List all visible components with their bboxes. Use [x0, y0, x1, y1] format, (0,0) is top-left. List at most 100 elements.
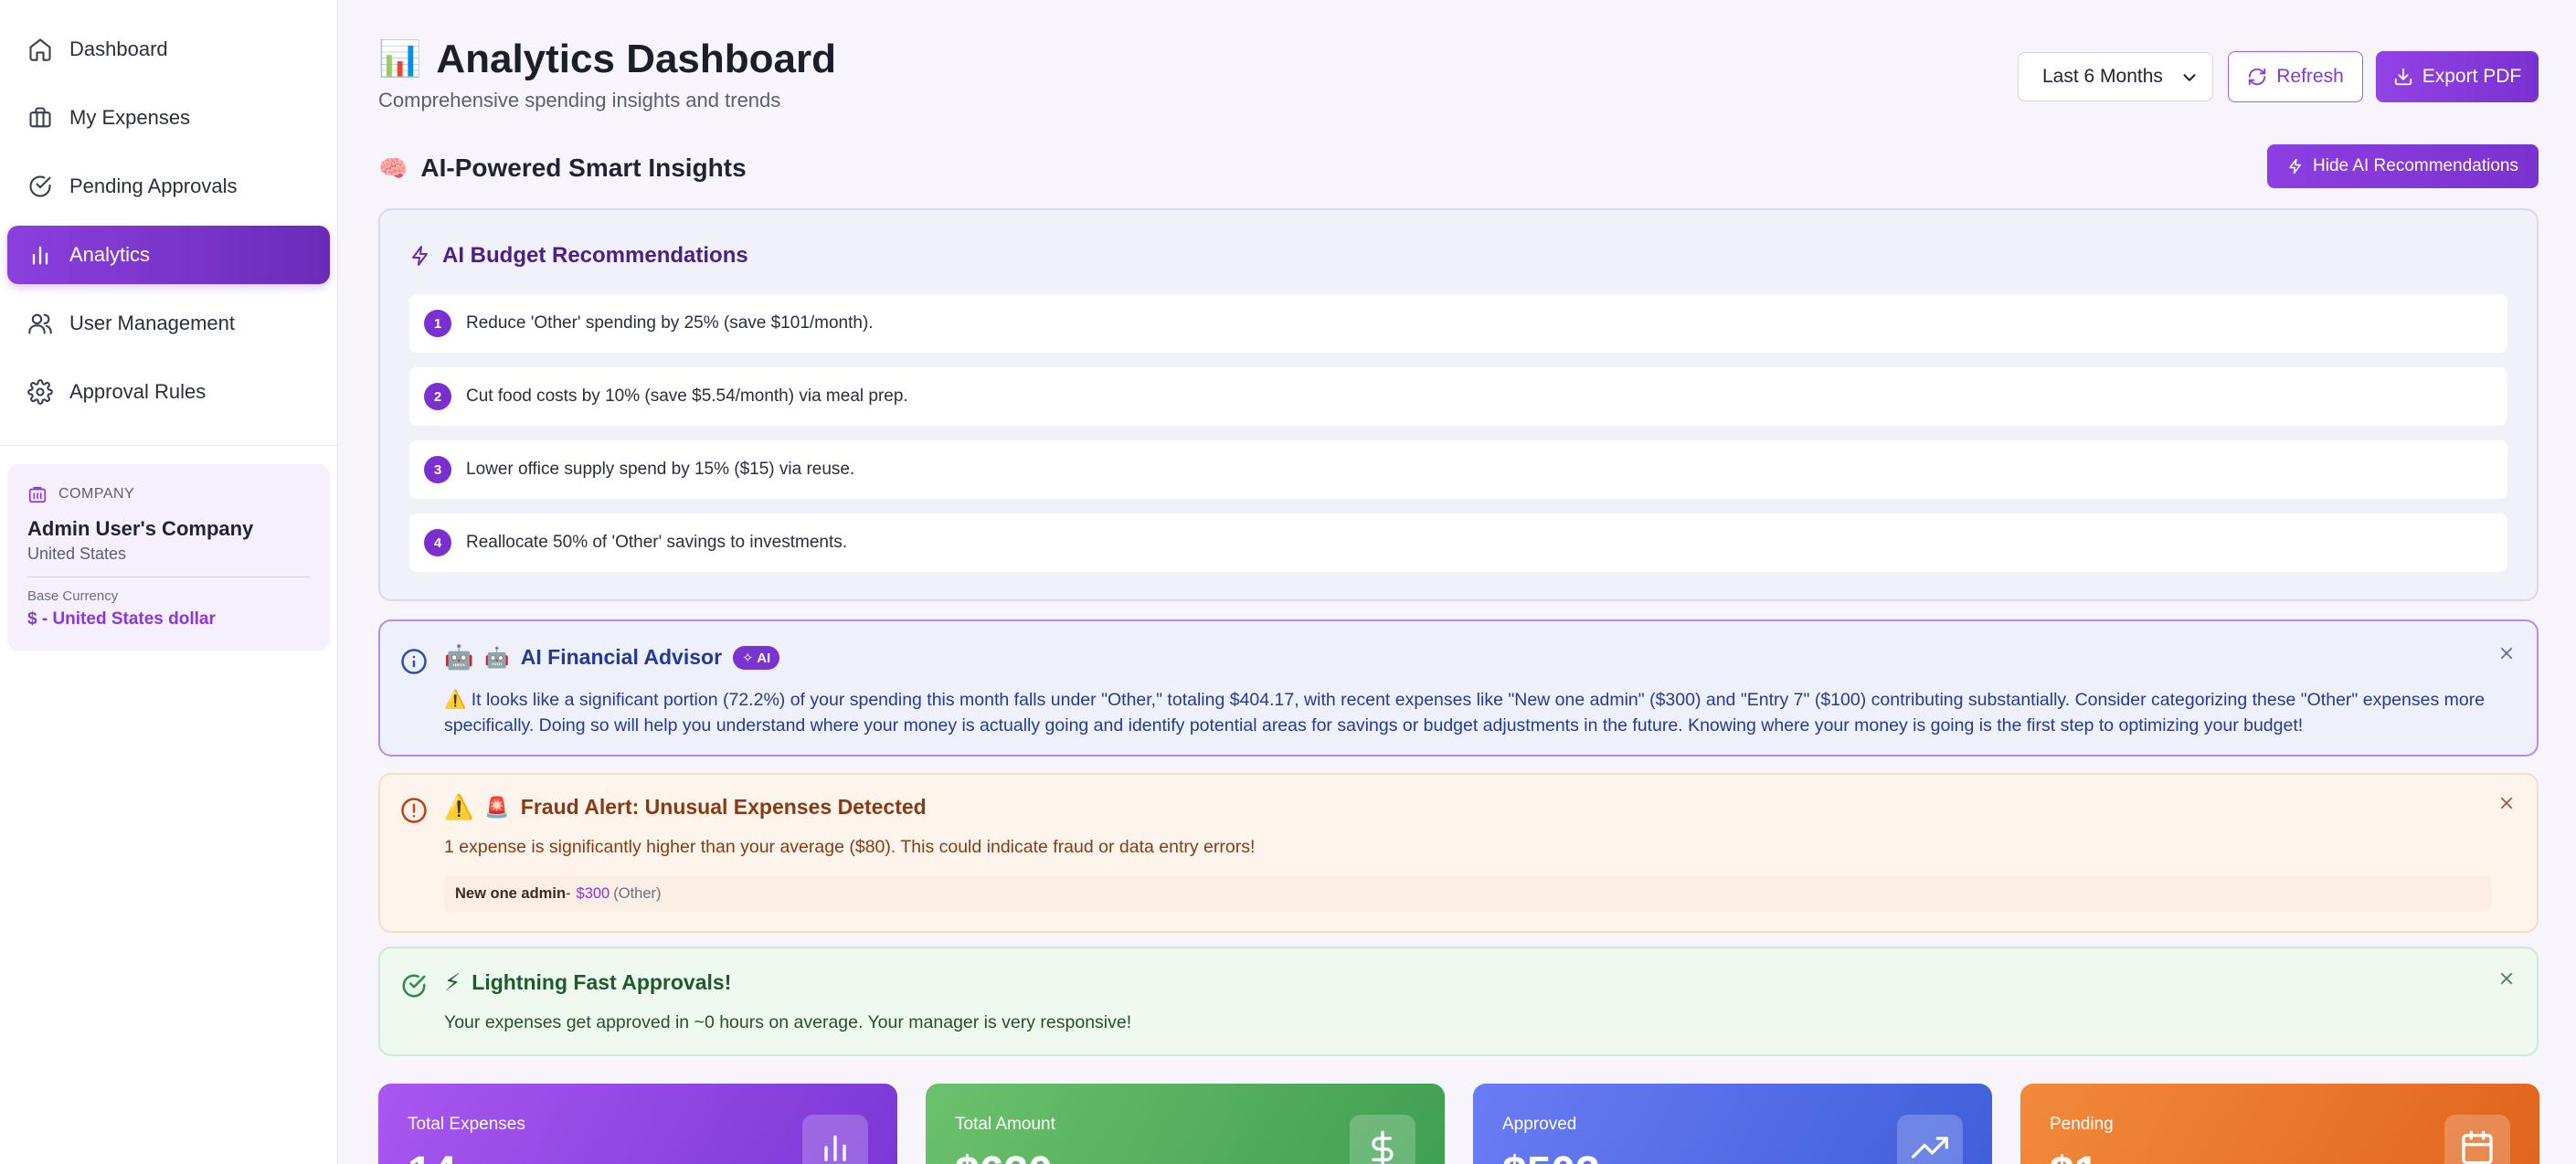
alert-circle-icon: [400, 797, 428, 824]
robot-emoji-icon: 🤖: [444, 643, 474, 671]
wallet-icon: [27, 105, 53, 131]
advisor-title-text: AI Financial Advisor: [520, 645, 723, 669]
lightning-icon: [2287, 158, 2304, 175]
chevron-down-icon: [2179, 68, 2200, 88]
refresh-button[interactable]: Refresh: [2228, 51, 2363, 102]
sidebar-nav: Dashboard My Expenses Pending Approvals …: [0, 0, 337, 421]
page-subtitle: Comprehensive spending insights and tren…: [378, 89, 781, 111]
building-icon: [27, 484, 48, 504]
recommendations-title: AI Budget Recommendations: [409, 243, 748, 269]
stat-card-pending: Pending $1: [2020, 1084, 2539, 1164]
recommendation-item: 4 Reallocate 50% of 'Other' savings to i…: [409, 513, 2507, 572]
sidebar-item-analytics[interactable]: Analytics: [7, 226, 330, 284]
recommendation-item: 2 Cut food costs by 10% (save $5.54/mont…: [409, 367, 2507, 426]
refresh-label: Refresh: [2276, 66, 2344, 87]
export-pdf-label: Export PDF: [2422, 66, 2522, 87]
info-icon: [400, 648, 428, 675]
stat-card-approved: Approved $503: [1473, 1084, 1992, 1164]
stat-value: $503: [1502, 1148, 1600, 1164]
stat-card-total-expenses: Total Expenses 14: [378, 1084, 897, 1164]
ai-badge: ✧ AI: [733, 645, 780, 670]
page-title-text: Analytics Dashboard: [436, 37, 837, 81]
sidebar-item-user-management[interactable]: User Management: [7, 294, 330, 353]
check-circle-icon: [27, 174, 53, 199]
fraud-expense-row[interactable]: New one admin - $300 (Other): [444, 875, 2491, 912]
company-card: COMPANY Admin User's Company United Stat…: [7, 464, 330, 651]
stat-value: 14: [408, 1148, 456, 1164]
bar-chart-icon: [802, 1115, 868, 1164]
currency-label: Base Currency: [27, 588, 119, 604]
stat-value: $1: [2050, 1148, 2098, 1164]
sidebar-item-my-expenses[interactable]: My Expenses: [7, 89, 330, 147]
sidebar-item-label: User Management: [69, 312, 235, 334]
company-country: United States: [27, 545, 127, 563]
fraud-expense-category: (Other): [613, 884, 662, 902]
stat-value: $620: [955, 1148, 1053, 1164]
page-title: 📊 Analytics Dashboard: [378, 37, 836, 82]
close-icon[interactable]: [2498, 970, 2515, 987]
chart-emoji-icon: 📊: [378, 40, 422, 79]
sidebar-item-label: Dashboard: [69, 37, 168, 60]
calendar-icon: [2444, 1115, 2510, 1164]
lightning-icon: [409, 245, 431, 267]
sidebar-item-pending-approvals[interactable]: Pending Approvals: [7, 157, 330, 216]
recommendation-text: Reduce 'Other' spending by 25% (save $10…: [466, 313, 874, 333]
sidebar-divider: [0, 445, 337, 446]
sidebar-item-dashboard[interactable]: Dashboard: [7, 20, 330, 79]
siren-emoji-icon: 🚨: [484, 795, 510, 819]
sidebar-item-label: Approval Rules: [69, 380, 207, 403]
fast-approvals-alert: ⚡ Lightning Fast Approvals! Your expense…: [378, 947, 2539, 1056]
recommendation-text: Reallocate 50% of 'Other' savings to inv…: [466, 533, 848, 552]
fraud-alert: ⚠️ 🚨 Fraud Alert: Unusual Expenses Detec…: [378, 773, 2539, 933]
ai-section-title-text: AI-Powered Smart Insights: [420, 153, 747, 182]
period-select[interactable]: Last 6 Months: [2018, 52, 2213, 101]
recommendation-number: 1: [424, 310, 451, 337]
stat-label: Approved: [1502, 1115, 1577, 1134]
close-icon[interactable]: [2498, 645, 2515, 661]
currency-value: $ - United States dollar: [27, 609, 216, 629]
main-content: 📊 Analytics Dashboard Comprehensive spen…: [338, 0, 2576, 1164]
recommendation-item: 3 Lower office supply spend by 15% ($15)…: [409, 440, 2507, 499]
company-heading: COMPANY: [27, 484, 310, 504]
recommendation-number: 3: [424, 456, 451, 483]
trending-up-icon: [1897, 1115, 1963, 1164]
close-icon[interactable]: [2498, 795, 2515, 811]
recommendation-number: 2: [424, 383, 451, 410]
home-icon: [27, 37, 53, 62]
fraud-message: 1 expense is significantly higher than y…: [444, 837, 1256, 857]
recommendation-text: Cut food costs by 10% (save $5.54/month)…: [466, 386, 908, 406]
hide-ai-label: Hide AI Recommendations: [2313, 156, 2518, 175]
fraud-expense-separator: -: [566, 884, 571, 902]
recommendation-number: 4: [424, 529, 451, 556]
export-pdf-button[interactable]: Export PDF: [2376, 51, 2539, 102]
ai-section-title: 🧠 AI-Powered Smart Insights: [378, 153, 747, 183]
warning-emoji-icon: ⚠️: [444, 793, 474, 820]
fast-approvals-message: Your expenses get approved in ~0 hours o…: [444, 1012, 1132, 1032]
hide-ai-recommendations-button[interactable]: Hide AI Recommendations: [2267, 144, 2539, 188]
sidebar-item-approval-rules[interactable]: Approval Rules: [7, 363, 330, 421]
recommendation-item: 1 Reduce 'Other' spending by 25% (save $…: [409, 294, 2507, 353]
recommendation-text: Lower office supply spend by 15% ($15) v…: [466, 460, 855, 479]
lightning-emoji-icon: ⚡: [444, 968, 461, 996]
budget-recommendations-card: AI Budget Recommendations 1 Reduce 'Othe…: [378, 208, 2539, 601]
sidebar: Dashboard My Expenses Pending Approvals …: [0, 0, 338, 1164]
stat-card-total-amount: Total Amount $620: [926, 1084, 1445, 1164]
fast-approvals-title-text: Lightning Fast Approvals!: [472, 970, 732, 994]
stat-label: Pending: [2050, 1115, 2114, 1134]
fraud-title: ⚠️ 🚨 Fraud Alert: Unusual Expenses Detec…: [444, 793, 927, 821]
stat-label: Total Expenses: [408, 1115, 525, 1134]
fraud-title-text: Fraud Alert: Unusual Expenses Detected: [520, 795, 927, 819]
company-name: Admin User's Company: [27, 517, 254, 540]
ai-financial-advisor-alert: 🤖 🤖 AI Financial Advisor ✧ AI ⚠️ It look…: [378, 619, 2539, 757]
brain-emoji-icon: 🧠: [378, 153, 408, 182]
download-icon: [2393, 67, 2413, 87]
robot-emoji-icon: 🤖: [484, 645, 510, 669]
dollar-icon: [1350, 1115, 1415, 1164]
advisor-message: ⚠️ It looks like a significant portion (…: [444, 690, 2486, 735]
sidebar-item-label: Pending Approvals: [69, 175, 238, 197]
fraud-expense-name: New one admin: [455, 884, 567, 902]
fast-approvals-title: ⚡ Lightning Fast Approvals!: [444, 968, 731, 997]
sidebar-item-label: My Expenses: [69, 106, 191, 129]
check-circle-icon: [400, 972, 428, 1000]
users-icon: [27, 311, 53, 336]
